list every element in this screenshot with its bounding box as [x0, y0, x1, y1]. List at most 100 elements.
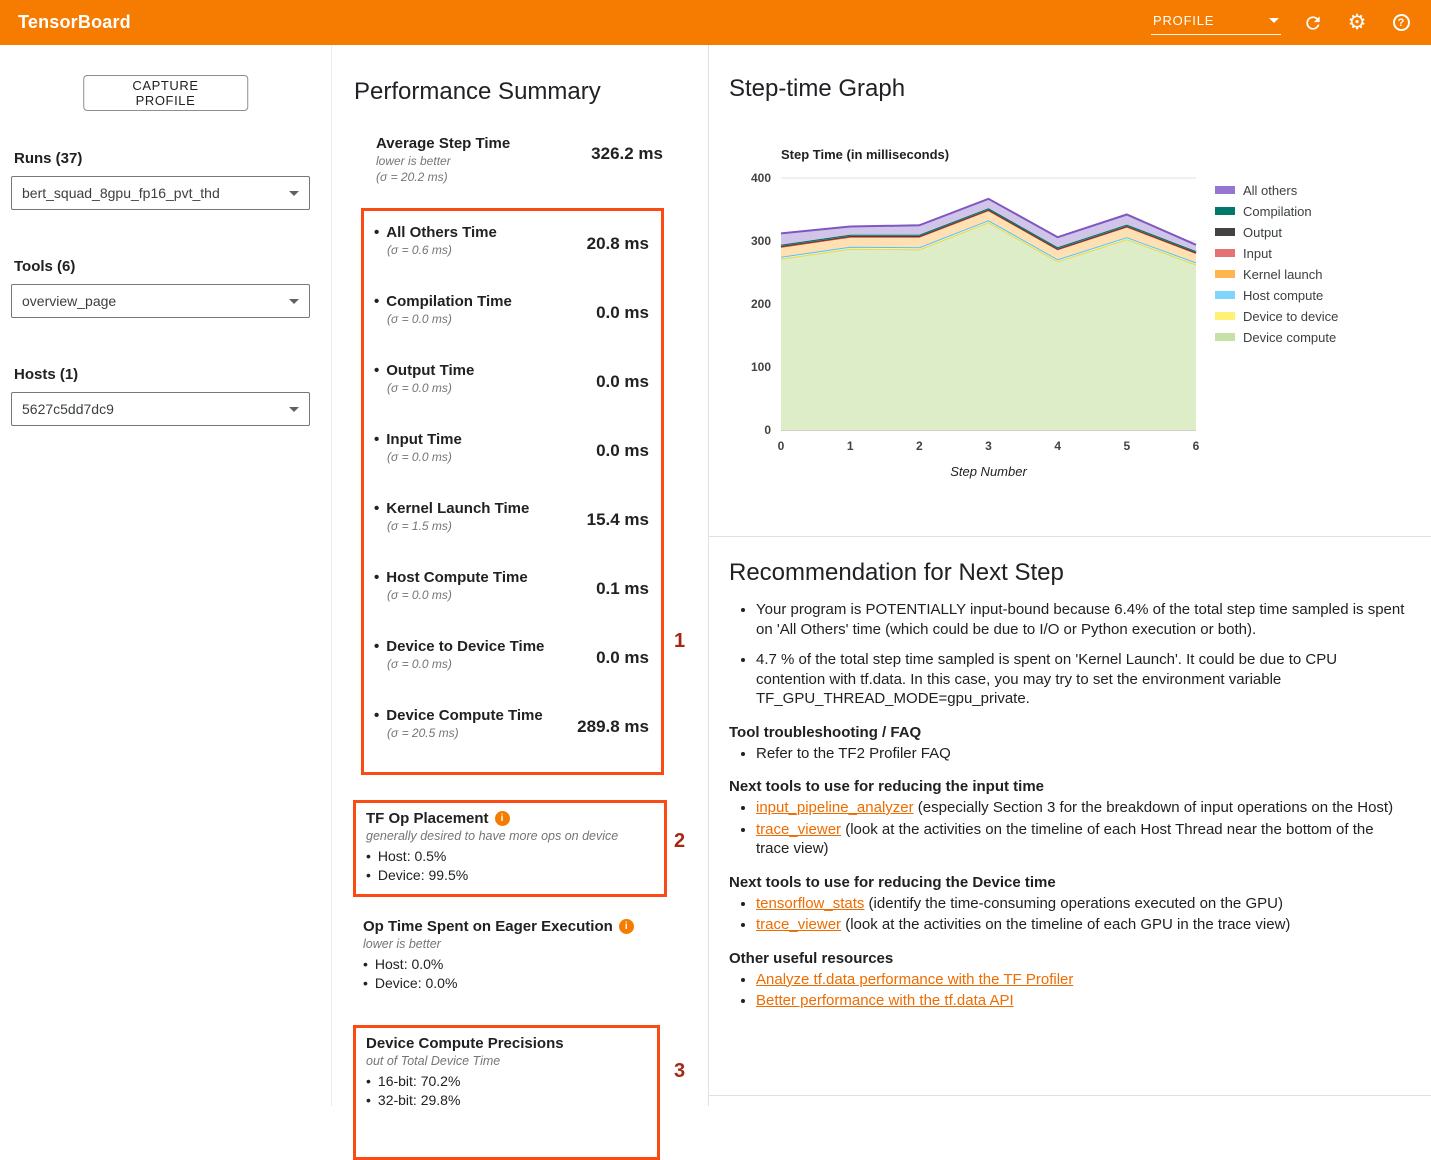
metric-sigma: (σ = 0.0 ms) [387, 657, 544, 671]
svg-text:200: 200 [751, 297, 771, 311]
runs-label: Runs (37) [11, 150, 310, 167]
legend-item: Input [1215, 245, 1338, 261]
recommendation-link[interactable]: trace_viewer [756, 821, 841, 838]
recommendation-title: Recommendation for Next Step [729, 559, 1407, 587]
metric-value: 0.1 ms [596, 569, 649, 638]
eager-execution-note: lower is better [363, 937, 665, 951]
legend-swatch [1215, 270, 1235, 278]
recommendation-bullet: 4.7 % of the total step time sampled is … [756, 650, 1407, 709]
metric-label: Device Compute Time [374, 707, 543, 724]
recommendation-item: Better performance with the tf.data API [756, 991, 1407, 1011]
step-time-graph-title: Step-time Graph [729, 75, 1431, 103]
legend-swatch [1215, 186, 1235, 194]
dashboard-select[interactable]: PROFILE [1151, 10, 1281, 35]
tools-select[interactable]: overview_page [11, 284, 310, 318]
hosts-select[interactable]: 5627c5dd7dc9 [11, 392, 310, 426]
svg-text:0: 0 [764, 423, 771, 437]
svg-text:100: 100 [751, 360, 771, 374]
svg-text:1: 1 [847, 439, 854, 453]
tools-select-value: overview_page [22, 293, 116, 309]
recommendation-subheading: Next tools to use for reducing the Devic… [729, 874, 1407, 891]
performance-summary-panel: Performance Summary Average Step Time lo… [331, 45, 708, 1106]
metric-value: 20.8 ms [587, 224, 649, 293]
recommendation-item: Analyze tf.data performance with the TF … [756, 970, 1407, 990]
metric-label: Device to Device Time [374, 638, 544, 655]
settings-gear-icon[interactable]: ⚙ [1345, 11, 1369, 35]
svg-text:6: 6 [1193, 439, 1200, 453]
eager-execution-block: Op Time Spent on Eager Execution lower i… [353, 918, 675, 993]
legend-item: Host compute [1215, 287, 1338, 303]
metric-label: All Others Time [374, 224, 497, 241]
recommendation-bullet: Your program is POTENTIALLY input-bound … [756, 600, 1407, 639]
metric-row: Device to Device Time (σ = 0.0 ms) 0.0 m… [374, 638, 649, 707]
svg-text:3: 3 [985, 439, 992, 453]
legend-item: Kernel launch [1215, 266, 1338, 282]
recommendation-link[interactable]: tensorflow_stats [756, 895, 864, 912]
metric-row: Kernel Launch Time (σ = 1.5 ms) 15.4 ms [374, 500, 649, 569]
recommendation-item: trace_viewer (look at the activities on … [756, 820, 1407, 859]
metric-sigma: (σ = 0.0 ms) [387, 450, 462, 464]
chart-title: Step Time (in milliseconds) [781, 147, 1431, 162]
metric-sigma: (σ = 0.0 ms) [387, 312, 512, 326]
average-step-time-label: Average Step Time [376, 135, 510, 152]
metric-row: Device Compute Time (σ = 20.5 ms) 289.8 … [374, 707, 649, 776]
metric-label: Compilation Time [374, 293, 512, 310]
info-icon[interactable] [495, 811, 510, 826]
svg-text:Step Number: Step Number [950, 464, 1027, 479]
annotation-number-1: 1 [674, 630, 685, 653]
info-icon[interactable] [619, 919, 634, 934]
annotation-number-2: 2 [674, 830, 685, 853]
list-item: Device: 0.0% [363, 974, 665, 993]
header-actions: PROFILE ⚙ [1151, 10, 1413, 35]
list-item: Device: 99.5% [366, 866, 654, 885]
sidebar: CAPTURE PROFILE Runs (37) bert_squad_8gp… [0, 45, 331, 1106]
average-step-time-row: Average Step Time lower is better (σ = 2… [376, 135, 663, 184]
chevron-down-icon [289, 191, 299, 196]
chevron-down-icon [1269, 18, 1279, 23]
svg-text:300: 300 [751, 234, 771, 248]
metric-sigma: (σ = 1.5 ms) [387, 519, 529, 533]
right-panel: Step-time Graph Step Time (in millisecon… [708, 45, 1431, 1106]
recommendation-item: tensorflow_stats (identify the time-cons… [756, 894, 1407, 914]
recommendation-subheading: Tool troubleshooting / FAQ [729, 724, 1407, 741]
recommendation-list: Refer to the TF2 Profiler FAQ [729, 744, 1407, 764]
metric-value: 0.0 ms [596, 293, 649, 362]
tools-group: Tools (6) overview_page [11, 258, 310, 318]
hosts-select-value: 5627c5dd7dc9 [22, 401, 114, 417]
capture-profile-button[interactable]: CAPTURE PROFILE [83, 75, 249, 111]
recommendation-section: Recommendation for Next Step Your progra… [709, 537, 1431, 1096]
legend-item: Device compute [1215, 329, 1338, 345]
legend-label: Compilation [1243, 204, 1312, 219]
hosts-label: Hosts (1) [11, 366, 310, 383]
metric-label: Input Time [374, 431, 462, 448]
recommendation-list: input_pipeline_analyzer (especially Sect… [729, 798, 1407, 859]
recommendation-subsections: Tool troubleshooting / FAQ Refer to the T… [729, 724, 1407, 1011]
recommendation-list: tensorflow_stats (identify the time-cons… [729, 894, 1407, 935]
recommendation-link[interactable]: trace_viewer [756, 916, 841, 933]
recommendation-link[interactable]: Analyze tf.data performance with the TF … [756, 971, 1073, 988]
metric-row: Input Time (σ = 0.0 ms) 0.0 ms [374, 431, 649, 500]
eager-execution-title: Op Time Spent on Eager Execution [363, 918, 665, 935]
metric-row: All Others Time (σ = 0.6 ms) 20.8 ms [374, 224, 649, 293]
header-bar: TensorBoard PROFILE ⚙ [0, 0, 1431, 45]
list-item: 32-bit: 29.8% [366, 1091, 647, 1110]
annotation-box-1: All Others Time (σ = 0.6 ms) 20.8 ms Com… [361, 208, 664, 775]
legend-label: Input [1243, 246, 1272, 261]
recommendation-item: Refer to the TF2 Profiler FAQ [756, 744, 1407, 764]
metric-row: Host Compute Time (σ = 0.0 ms) 0.1 ms [374, 569, 649, 638]
average-step-time-value: 326.2 ms [591, 135, 663, 184]
list-item: 16-bit: 70.2% [366, 1072, 647, 1091]
help-icon[interactable] [1389, 11, 1413, 35]
metric-sigma: (σ = 20.5 ms) [387, 726, 543, 740]
legend-swatch [1215, 312, 1235, 320]
recommendation-item: input_pipeline_analyzer (especially Sect… [756, 798, 1407, 818]
recommendation-link[interactable]: input_pipeline_analyzer [756, 799, 914, 816]
recommendation-link[interactable]: Better performance with the tf.data API [756, 992, 1014, 1009]
reload-icon[interactable] [1301, 11, 1325, 35]
metric-sigma: (σ = 0.0 ms) [387, 381, 474, 395]
runs-select[interactable]: bert_squad_8gpu_fp16_pvt_thd [11, 176, 310, 210]
list-item: Host: 0.5% [366, 847, 654, 866]
dashboard-select-value: PROFILE [1153, 13, 1214, 28]
step-time-graph-section: Step-time Graph Step Time (in millisecon… [709, 45, 1431, 537]
tools-label: Tools (6) [11, 258, 310, 275]
